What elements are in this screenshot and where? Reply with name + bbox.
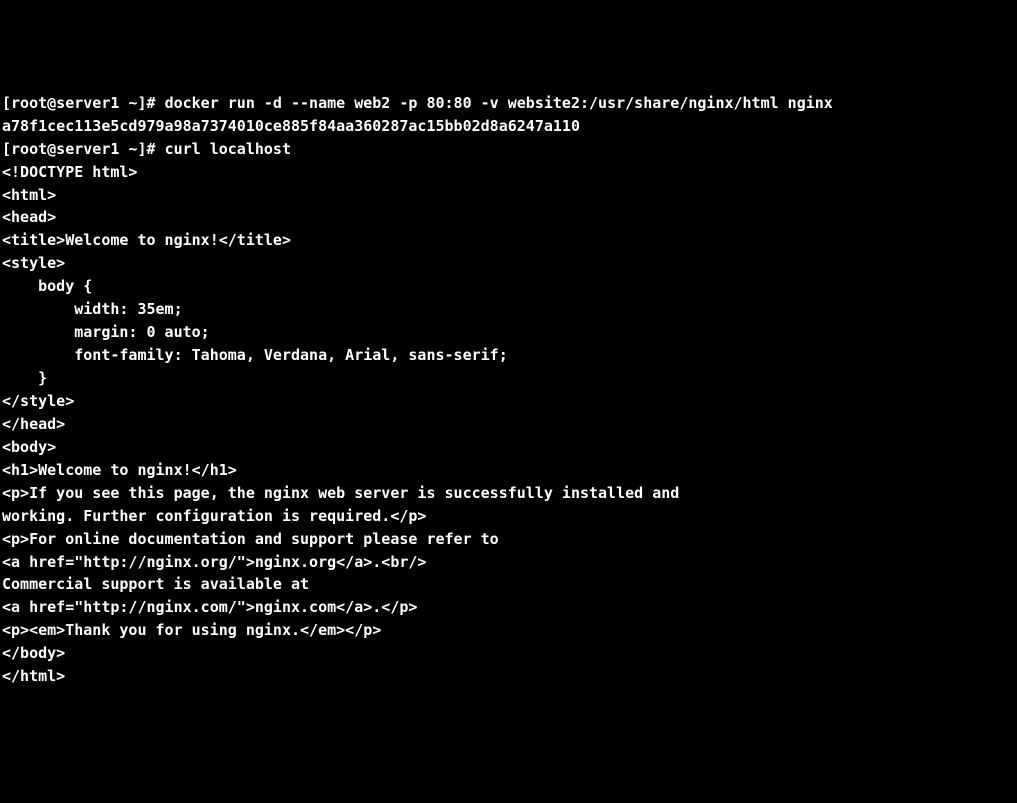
output-line: <p>For online documentation and support … (2, 528, 1015, 551)
command-line-1: [root@server1 ~]# docker run -d --name w… (2, 92, 1015, 115)
command-text: docker run -d --name web2 -p 80:80 -v we… (165, 94, 833, 112)
shell-prompt: [root@server1 ~]# (2, 140, 165, 158)
output-line: working. Further configuration is requir… (2, 505, 1015, 528)
output-line: body { (2, 275, 1015, 298)
output-line: <h1>Welcome to nginx!</h1> (2, 459, 1015, 482)
output-line: margin: 0 auto; (2, 321, 1015, 344)
output-container-id: a78f1cec113e5cd979a98a7374010ce885f84aa3… (2, 115, 1015, 138)
command-text: curl localhost (165, 140, 291, 158)
output-line: </body> (2, 642, 1015, 665)
output-line: Commercial support is available at (2, 573, 1015, 596)
output-line: <body> (2, 436, 1015, 459)
command-line-2: [root@server1 ~]# curl localhost (2, 138, 1015, 161)
output-line: width: 35em; (2, 298, 1015, 321)
output-line: } (2, 367, 1015, 390)
output-line: </head> (2, 413, 1015, 436)
output-line: <p><em>Thank you for using nginx.</em></… (2, 619, 1015, 642)
shell-prompt: [root@server1 ~]# (2, 94, 165, 112)
output-line: <style> (2, 252, 1015, 275)
output-line: <a href="http://nginx.org/">nginx.org</a… (2, 551, 1015, 574)
output-line: <title>Welcome to nginx!</title> (2, 229, 1015, 252)
output-line: <a href="http://nginx.com/">nginx.com</a… (2, 596, 1015, 619)
output-line: font-family: Tahoma, Verdana, Arial, san… (2, 344, 1015, 367)
output-line: <head> (2, 206, 1015, 229)
output-line: <!DOCTYPE html> (2, 161, 1015, 184)
output-line: </html> (2, 665, 1015, 688)
output-line: </style> (2, 390, 1015, 413)
terminal-window[interactable]: [root@server1 ~]# docker run -d --name w… (0, 92, 1017, 688)
output-line: <html> (2, 184, 1015, 207)
output-line: <p>If you see this page, the nginx web s… (2, 482, 1015, 505)
